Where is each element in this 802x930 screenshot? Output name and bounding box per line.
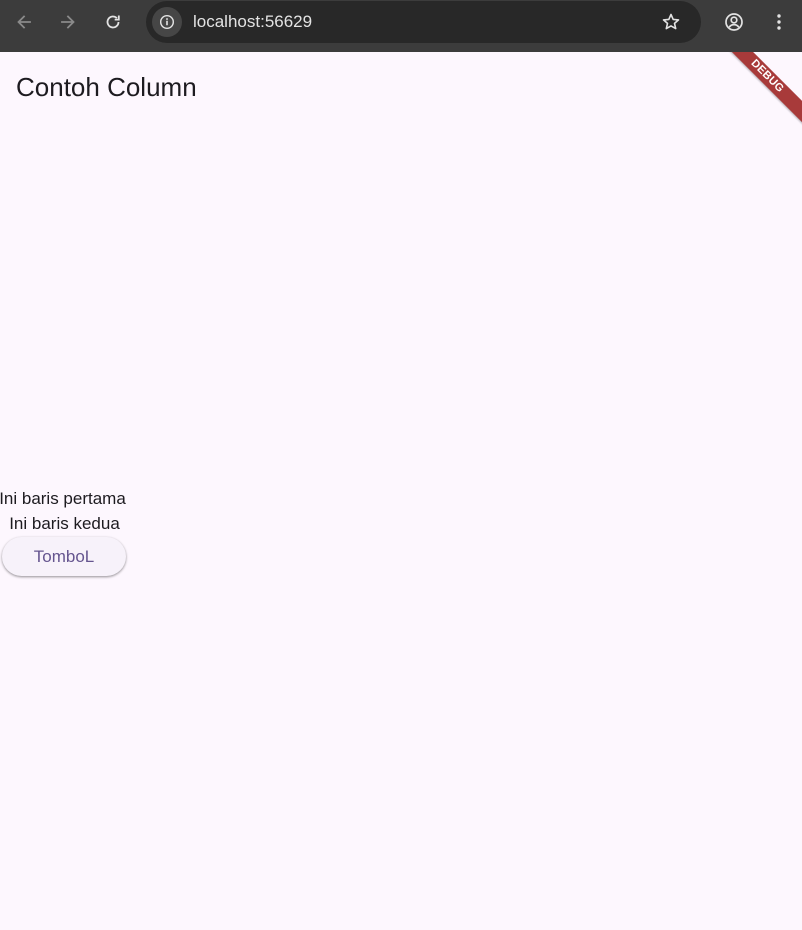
info-icon (159, 14, 175, 30)
site-info-button[interactable] (152, 7, 182, 37)
reload-icon (106, 15, 120, 29)
browser-menu-button[interactable] (762, 5, 796, 39)
app-bar-title: Contoh Column (16, 72, 197, 102)
account-circle-icon (725, 13, 743, 31)
browser-toolbar: localhost:56629 (0, 0, 802, 44)
star-icon (662, 13, 680, 30)
app-viewport: Contoh Column Ini baris pertama Ini bari… (0, 52, 802, 930)
bookmark-button[interactable] (657, 8, 685, 36)
arrow-left-icon (17, 15, 31, 29)
browser-toolbar-bottom (0, 44, 802, 52)
address-bar[interactable]: localhost:56629 (146, 1, 701, 43)
arrow-right-icon (61, 15, 75, 29)
more-vert-icon (777, 14, 781, 30)
column-line-1: Ini baris pertama (0, 489, 126, 508)
forward-button[interactable] (51, 5, 85, 39)
url-text[interactable]: localhost:56629 (193, 12, 312, 32)
reload-button[interactable] (96, 5, 130, 39)
profile-button[interactable] (717, 5, 751, 39)
tombol-button[interactable]: TomboL (2, 537, 126, 576)
back-button[interactable] (7, 5, 41, 39)
column-line-2: Ini baris kedua (9, 514, 120, 533)
debug-banner: DEBUG (715, 52, 802, 128)
